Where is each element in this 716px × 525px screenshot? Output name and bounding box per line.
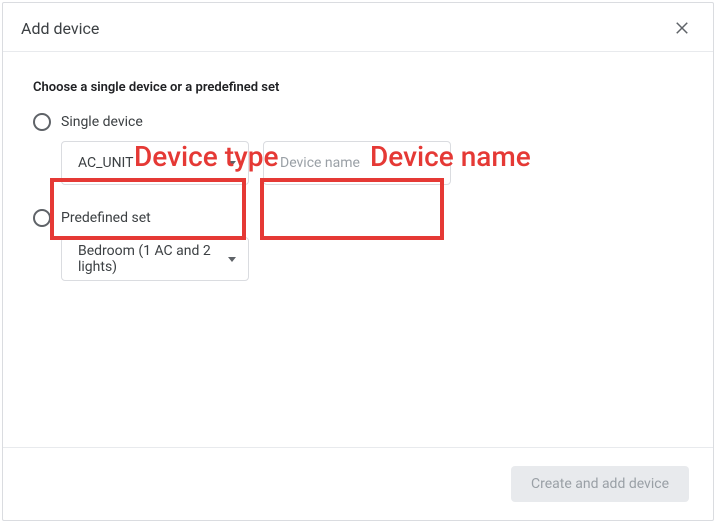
single-device-radio[interactable] [33,113,51,131]
single-device-content: AC_UNIT [61,141,683,185]
close-button[interactable] [669,15,695,41]
dialog-title: Add device [21,19,99,38]
close-icon [673,19,691,37]
predefined-set-dropdown[interactable]: Bedroom (1 AC and 2 lights) [61,237,249,281]
chevron-down-icon [228,257,236,262]
predefined-set-radio-label: Predefined set [61,210,151,226]
predefined-set-value: Bedroom (1 AC and 2 lights) [78,243,228,275]
device-type-dropdown[interactable]: AC_UNIT [61,141,249,185]
dialog-header: Add device [3,3,713,52]
predefined-set-radio[interactable] [33,209,51,227]
add-device-dialog: Add device Choose a single device or a p… [2,2,714,521]
dialog-body: Choose a single device or a predefined s… [3,52,713,447]
dialog-footer: Create and add device [3,447,713,520]
device-type-value: AC_UNIT [78,155,134,171]
section-label: Choose a single device or a predefined s… [33,80,683,95]
device-name-input[interactable] [263,141,451,185]
chevron-down-icon [228,161,236,166]
predefined-set-content: Bedroom (1 AC and 2 lights) [61,237,683,281]
create-add-device-button[interactable]: Create and add device [511,466,689,502]
predefined-set-radio-row: Predefined set [33,209,683,227]
single-device-radio-label: Single device [61,114,143,130]
single-device-radio-row: Single device [33,113,683,131]
